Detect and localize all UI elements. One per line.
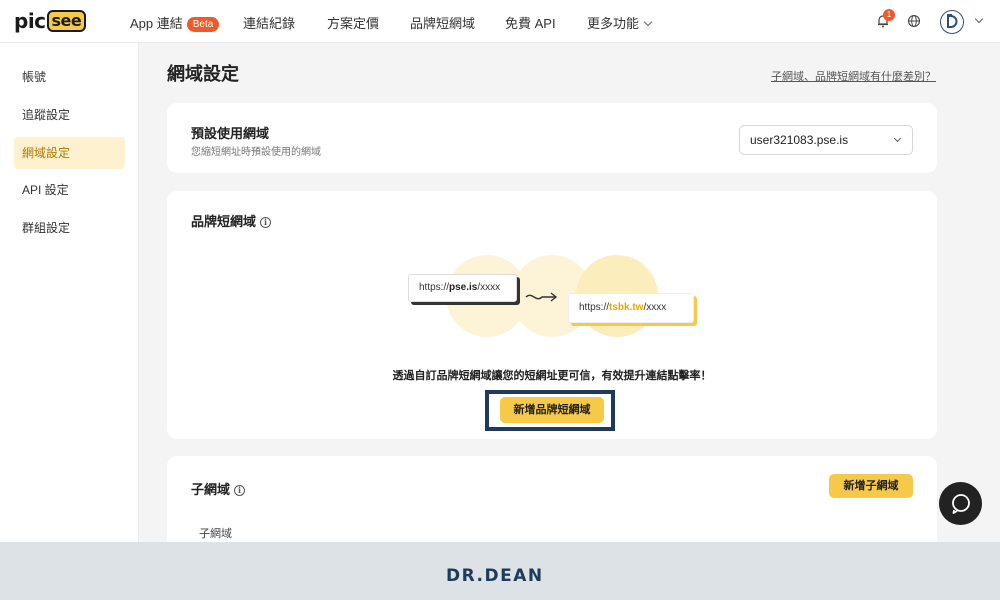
globe-icon[interactable] xyxy=(907,14,921,28)
nav-item-brand-domain[interactable]: 品牌短網域 xyxy=(410,13,475,32)
brand-domain-title: 品牌短網域 i xyxy=(191,211,272,230)
info-icon[interactable]: i xyxy=(234,485,246,496)
subdomain-card: 子網域 i 新增子網域 子網域 xyxy=(167,456,937,556)
nav-item-free-api[interactable]: 免費 API xyxy=(505,13,556,32)
dr-dean-logo: DR.DEAN xyxy=(446,566,544,586)
nav-item-link-records[interactable]: 連結紀錄 xyxy=(243,13,295,32)
chat-button[interactable] xyxy=(939,482,982,525)
nav-item-label: App 連結 xyxy=(130,16,183,31)
select-value: user321083.pse.is xyxy=(750,133,849,147)
page-title: 網域設定 xyxy=(167,64,239,84)
chevron-down-icon xyxy=(893,134,902,143)
subdomain-column-header: 子網域 xyxy=(199,528,232,540)
chat-bubble-icon xyxy=(952,494,970,514)
brand-domain-promo-text: 透過自訂品牌短網域讓您的短網址更可信，有效提升連結點擊率！ xyxy=(392,370,712,382)
curved-arrow-icon xyxy=(525,292,558,302)
top-nav: pic see App 連結 Beta 連結紀錄 方案定價 品牌短網域 免費 API… xyxy=(0,0,1000,43)
nav-item-app-links[interactable]: App 連結 Beta xyxy=(130,13,220,32)
sidebar-item-api[interactable]: API 設定 xyxy=(14,174,125,206)
nav-item-label: 更多功能 xyxy=(587,16,640,31)
subdomain-title-text: 子網域 xyxy=(191,482,231,497)
nav-item-more[interactable]: 更多功能 xyxy=(587,13,653,32)
add-subdomain-button[interactable]: 新增子網域 xyxy=(829,474,913,498)
avatar[interactable] xyxy=(940,10,964,34)
url-suffix: /xxxx xyxy=(477,282,501,293)
sidebar-item-domain[interactable]: 網域設定 xyxy=(14,137,125,169)
subdomain-title: 子網域 i xyxy=(191,479,246,498)
brand-url-example: https://tsbk.tw/xxxx xyxy=(568,293,694,323)
sidebar-item-groups[interactable]: 群組設定 xyxy=(14,212,125,244)
default-domain-select[interactable]: user321083.pse.is xyxy=(739,125,913,155)
url-domain: pse.is xyxy=(449,282,478,293)
sidebar: 帳號 追蹤設定 網域設定 API 設定 群組設定 xyxy=(0,43,139,543)
url-prefix: https:// xyxy=(419,282,450,293)
notification-badge: 1 xyxy=(883,9,895,21)
url-suffix: /xxxx xyxy=(643,302,667,313)
nav-item-pricing[interactable]: 方案定價 xyxy=(327,13,379,32)
chevron-down-icon[interactable] xyxy=(974,14,984,24)
chevron-down-icon xyxy=(643,17,653,27)
default-domain-card: 預設使用網域 您縮短網址時預設使用的網域 user321083.pse.is xyxy=(167,103,937,173)
sidebar-item-tracking[interactable]: 追蹤設定 xyxy=(14,99,125,131)
info-icon[interactable]: i xyxy=(260,217,272,228)
default-domain-subtitle: 您縮短網址時預設使用的網域 xyxy=(191,147,321,158)
picsee-logo[interactable]: pic see xyxy=(14,9,87,33)
avatar-glyph-icon xyxy=(947,14,958,28)
domain-difference-link[interactable]: 子網域、品牌短網域有什麼差別？ xyxy=(771,68,936,84)
brand-domain-title-text: 品牌短網域 xyxy=(191,214,257,229)
logo-pic-text: pic xyxy=(14,9,46,33)
logo-see-text: see xyxy=(46,10,87,32)
default-domain-title: 預設使用網域 xyxy=(191,126,270,141)
url-prefix: https:// xyxy=(579,302,610,313)
sidebar-item-account[interactable]: 帳號 xyxy=(14,61,125,93)
brand-domain-card: 品牌短網域 i https://pse.is/xxxx https://tsbk.… xyxy=(167,191,937,439)
original-url-example: https://pse.is/xxxx xyxy=(408,274,517,302)
beta-badge: Beta xyxy=(186,17,220,32)
url-brand-domain: tsbk.tw xyxy=(609,302,644,313)
add-brand-domain-button[interactable]: 新增品牌短網域 xyxy=(500,397,604,423)
